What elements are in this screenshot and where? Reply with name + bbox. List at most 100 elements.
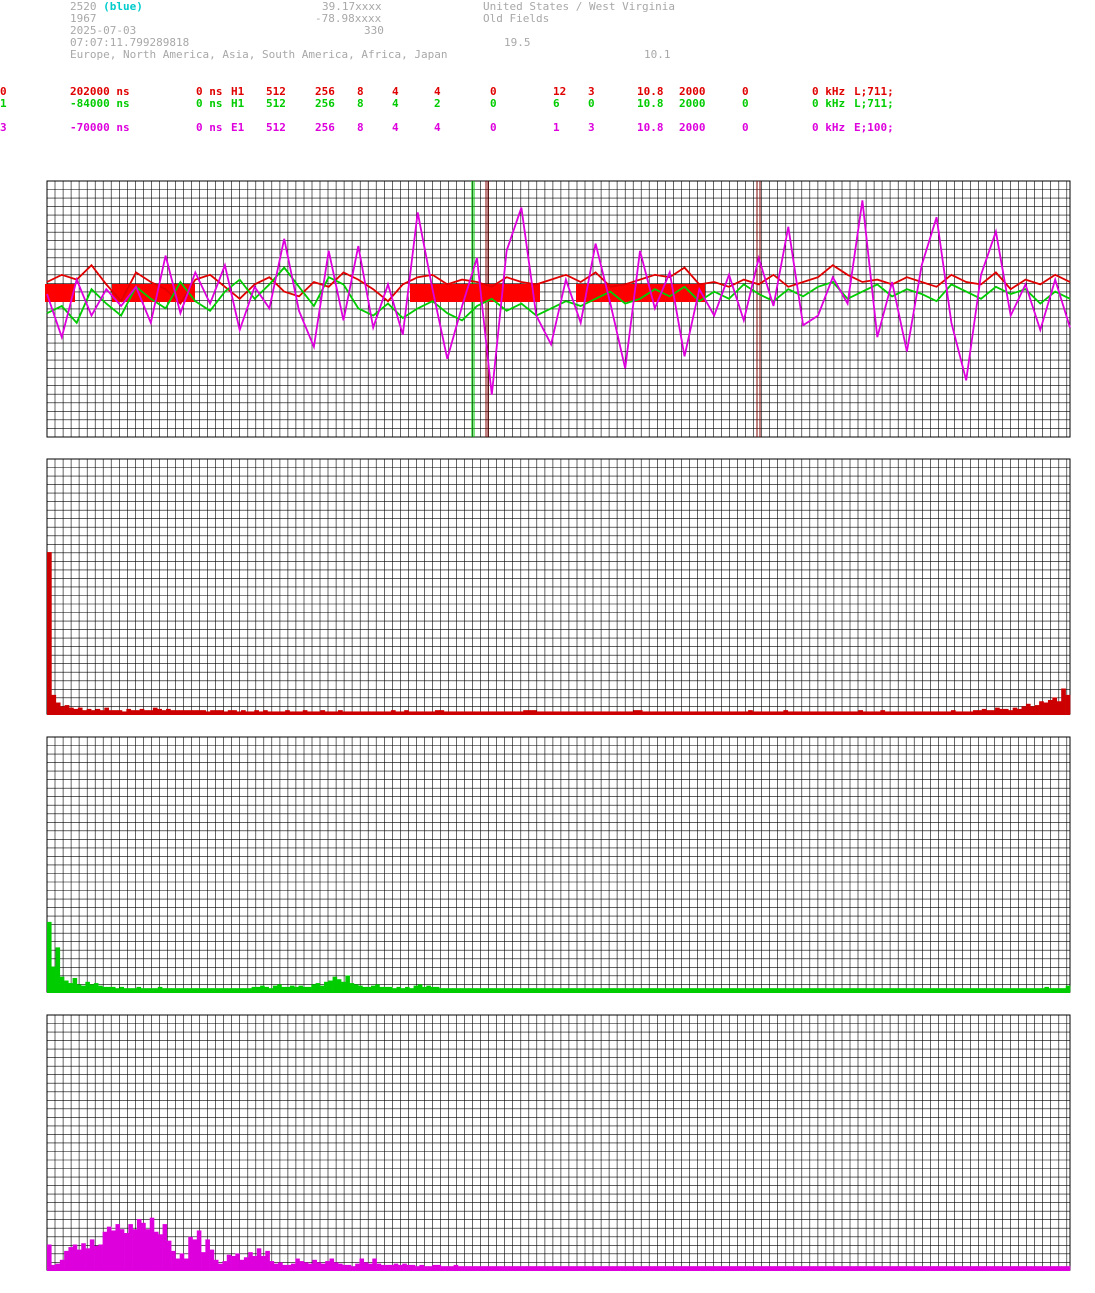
bar-3	[111, 1230, 116, 1270]
bar-3	[124, 1233, 129, 1270]
bar-2	[328, 980, 333, 992]
bar-2	[277, 984, 282, 992]
bar-3	[175, 1258, 180, 1270]
bar-3	[312, 1259, 317, 1270]
bar-3	[329, 1258, 335, 1270]
bar-2	[89, 984, 95, 992]
bar-3	[166, 1240, 172, 1270]
bar-3	[145, 1229, 151, 1270]
charts-canvas	[45, 180, 1071, 1271]
bar-1	[1030, 706, 1036, 714]
bar-3	[158, 1234, 163, 1270]
bar-3	[47, 1244, 52, 1270]
bar-3	[183, 1258, 189, 1270]
bar-3	[269, 1261, 275, 1270]
bar-2	[336, 979, 342, 992]
bar-3	[132, 1229, 138, 1270]
bar-2	[93, 983, 99, 992]
bar-1	[1039, 701, 1044, 714]
bar-1	[55, 702, 61, 714]
bar-3	[325, 1261, 330, 1270]
bar-3	[98, 1244, 103, 1270]
bar-3	[196, 1230, 202, 1270]
bar-2	[76, 984, 82, 992]
bar-3	[222, 1261, 228, 1270]
bar-3	[179, 1253, 185, 1270]
bar-2	[345, 975, 350, 992]
bar-2	[51, 966, 56, 992]
bar-2	[324, 981, 329, 992]
bar-3	[359, 1258, 365, 1270]
bar-2	[349, 983, 355, 992]
bar-3	[102, 1231, 108, 1270]
bar-3	[85, 1248, 91, 1270]
bar-3	[128, 1224, 133, 1270]
bar-3	[248, 1252, 253, 1270]
bar-2	[417, 984, 423, 992]
bar-1	[64, 705, 70, 714]
bar-2	[47, 921, 52, 993]
bar-3	[256, 1248, 262, 1270]
bar-1	[47, 552, 52, 715]
bar-3	[299, 1261, 305, 1270]
bar-3	[76, 1249, 82, 1270]
bar-1	[1047, 699, 1053, 715]
bar-2	[315, 983, 321, 992]
bar-3	[72, 1244, 78, 1270]
bar-3	[316, 1262, 322, 1270]
bar-3	[252, 1255, 258, 1270]
plot-frame-1	[46, 458, 1071, 715]
bar-2	[332, 976, 338, 992]
bar-3	[372, 1258, 377, 1270]
bar-1	[1056, 701, 1062, 714]
bar-3	[213, 1259, 219, 1270]
bar-3	[265, 1250, 270, 1271]
bar-3	[106, 1226, 112, 1270]
signal-burst	[410, 284, 540, 302]
bar-3	[243, 1257, 249, 1270]
bar-2	[55, 947, 61, 993]
bar-3	[205, 1239, 210, 1270]
bar-2	[85, 981, 90, 992]
bar-2	[375, 984, 380, 992]
bar-3	[188, 1236, 193, 1270]
bar-3	[363, 1262, 369, 1270]
bar-3	[192, 1239, 198, 1270]
bar-2	[311, 984, 316, 992]
bar-3	[235, 1253, 240, 1270]
bar-1	[1052, 697, 1058, 714]
bar-1	[1043, 702, 1049, 714]
bar-3	[209, 1249, 215, 1270]
bar-3	[239, 1259, 245, 1270]
bar-1	[1061, 688, 1066, 714]
bar-2	[64, 980, 69, 992]
bar-3	[201, 1252, 206, 1270]
bar-3	[94, 1245, 99, 1271]
bar-3	[295, 1258, 300, 1270]
bar-3	[141, 1222, 146, 1270]
bar-3	[154, 1231, 159, 1270]
bar-3	[115, 1224, 121, 1270]
bar-2	[68, 983, 73, 992]
bar-1	[51, 694, 57, 715]
bar-3	[278, 1262, 283, 1270]
bar-2	[353, 984, 359, 992]
bar-2	[341, 981, 346, 992]
bar-3	[303, 1262, 309, 1270]
bar-1	[1021, 706, 1027, 714]
bar-3	[261, 1255, 266, 1270]
bar-3	[136, 1219, 142, 1270]
bar-3	[333, 1262, 339, 1270]
bar-2	[72, 977, 78, 993]
plot-frame-2	[46, 736, 1071, 993]
bar-3	[89, 1239, 95, 1270]
bar-3	[231, 1255, 236, 1270]
bar-3	[64, 1250, 69, 1271]
bar-1	[60, 706, 65, 714]
bar-3	[68, 1247, 73, 1270]
bar-3	[81, 1243, 86, 1270]
bar-1	[1065, 694, 1071, 715]
bar-3	[59, 1259, 65, 1270]
bar-3	[149, 1217, 155, 1270]
bar-1	[1025, 703, 1031, 714]
